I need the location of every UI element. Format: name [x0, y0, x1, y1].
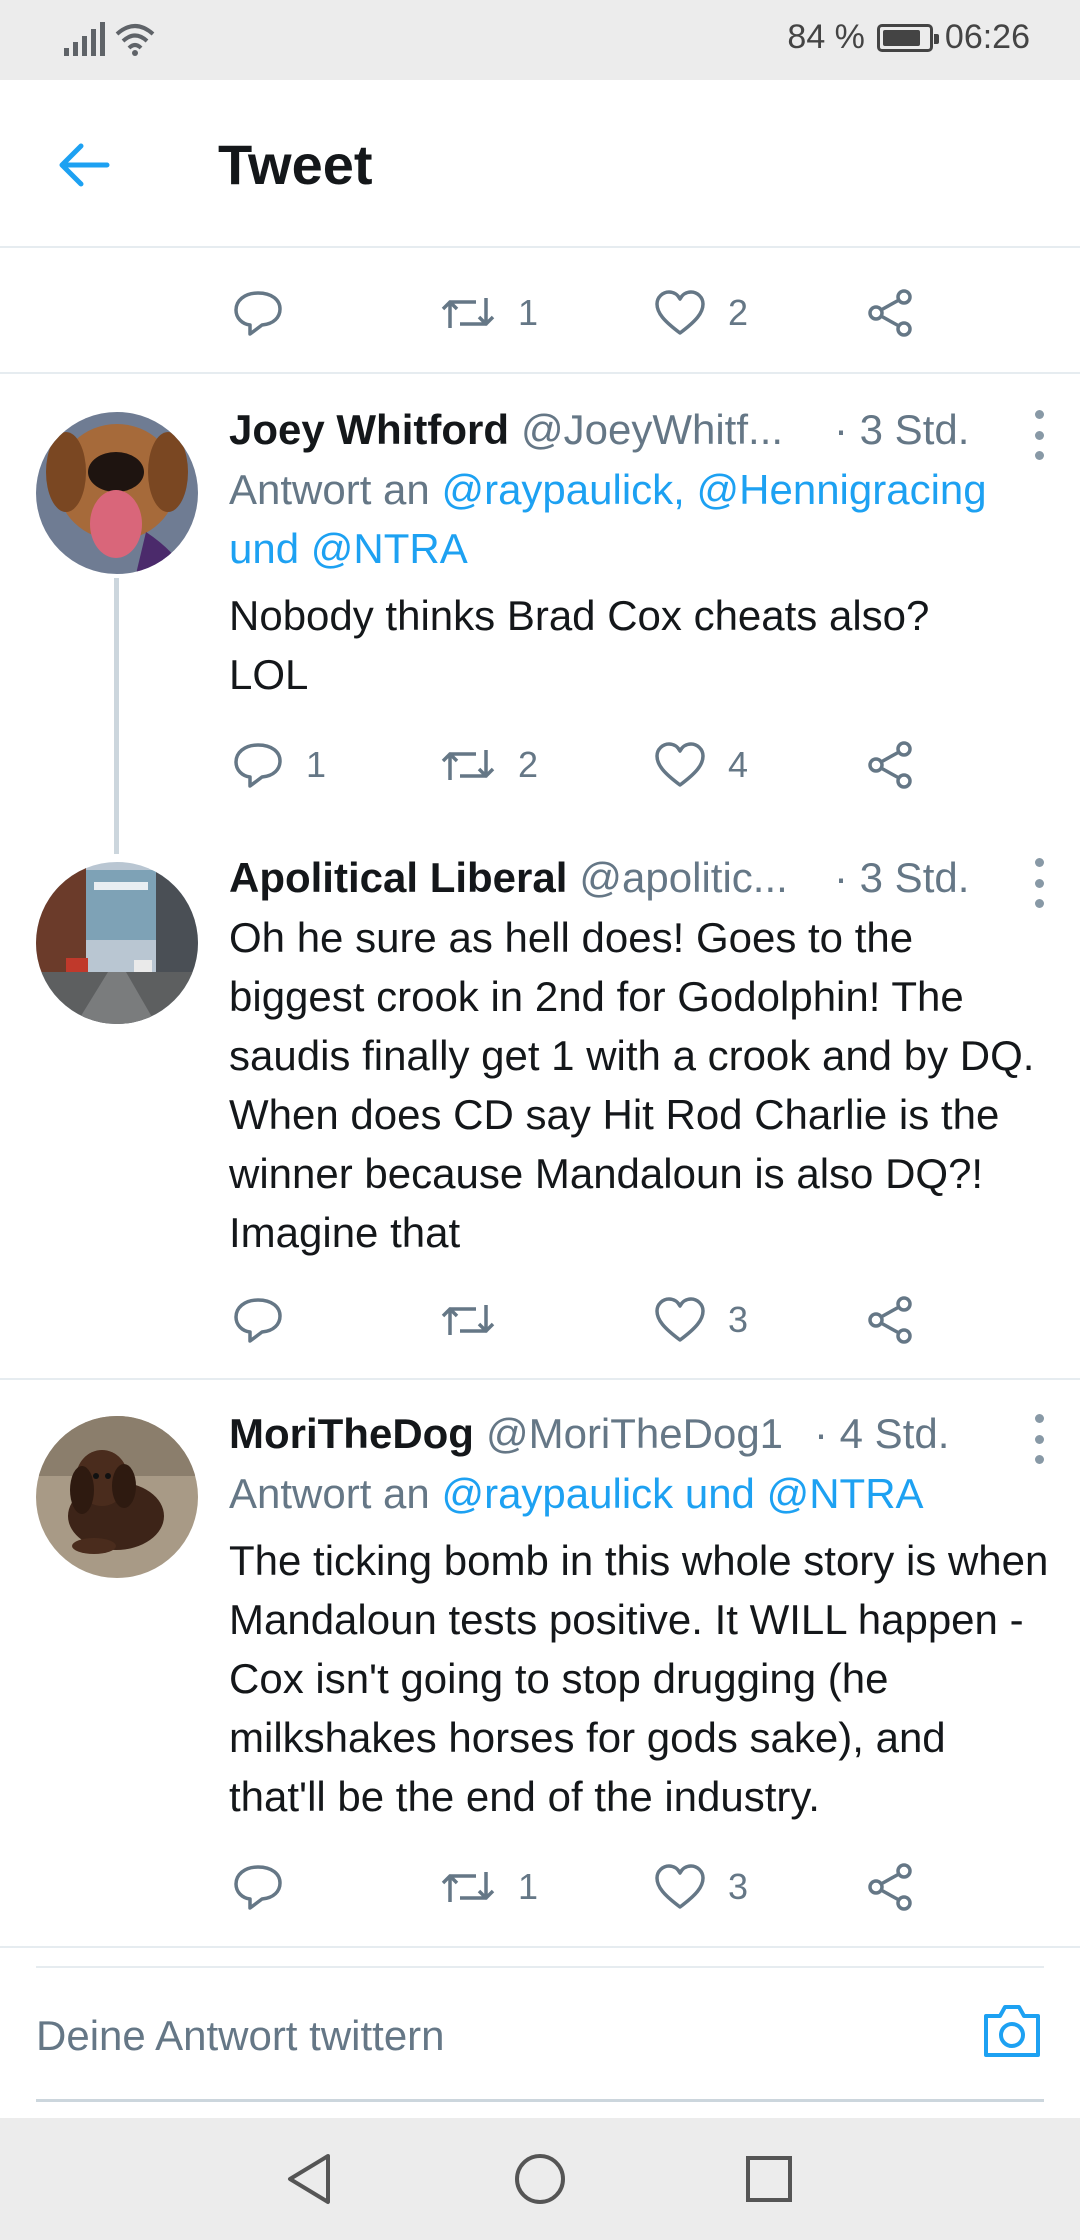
like-button[interactable]: 3 [654, 1285, 748, 1355]
battery-percent: 84 % [787, 18, 865, 56]
retweet-icon [441, 1872, 495, 1902]
circle-home-icon [515, 2154, 565, 2204]
share-icon [868, 1296, 912, 1344]
reply-icon [234, 1298, 282, 1343]
like-button[interactable]: 2 [654, 278, 748, 348]
like-count: 4 [728, 744, 749, 785]
reply-button[interactable] [232, 278, 284, 348]
square-recents-icon [746, 2156, 792, 2202]
avatar[interactable] [36, 862, 198, 1024]
system-nav-bar [0, 2118, 1080, 2240]
reply-prefix: Antwort an [229, 1470, 430, 1517]
more-menu-button[interactable] [1032, 410, 1046, 460]
reply-button[interactable] [232, 1852, 306, 1922]
divider [0, 372, 1080, 374]
camera-button[interactable] [980, 2002, 1044, 2065]
retweet-button[interactable]: 1 [440, 278, 538, 348]
reply-prefix: Antwort an [229, 466, 430, 513]
retweet-button[interactable]: 2 [440, 730, 538, 800]
like-icon [655, 742, 705, 787]
thread-connector [114, 578, 119, 854]
share-button[interactable] [866, 278, 916, 348]
divider [0, 1946, 1080, 1948]
reply-button[interactable]: 1 [232, 730, 326, 800]
like-count: 3 [728, 1866, 749, 1907]
retweet-icon [441, 1305, 495, 1335]
triangle-back-icon [288, 2154, 330, 2204]
like-count: 2 [728, 292, 749, 333]
wifi-icon [115, 24, 155, 56]
tweet-actions: 1 2 4 [0, 730, 1080, 800]
retweet-count: 2 [518, 744, 539, 785]
signal-icon [64, 22, 105, 56]
retweet-button[interactable]: 1 [440, 1852, 538, 1922]
author-name[interactable]: Apolitical Liberal [229, 854, 567, 902]
reply-button[interactable] [232, 1285, 306, 1355]
more-icon [1034, 858, 1044, 867]
back-button[interactable] [48, 130, 118, 200]
retweet-count: 1 [518, 1866, 539, 1907]
like-icon [655, 1864, 705, 1909]
tweet-time: · 3 Std. [834, 406, 970, 453]
author-handle[interactable]: @JoeyWhitf... [521, 406, 783, 454]
tweet-text: Oh he sure as hell does! Goes to the big… [229, 914, 1035, 1256]
reply-icon [234, 291, 282, 336]
like-button[interactable]: 3 [654, 1852, 748, 1922]
author-name[interactable]: MoriTheDog [229, 1410, 474, 1458]
nav-home-button[interactable] [509, 2148, 571, 2210]
more-icon [1034, 410, 1044, 419]
retweet-count: 1 [518, 292, 539, 333]
tweet-time: · 3 Std. [834, 854, 970, 901]
tweet-actions: 3 [0, 1285, 1080, 1355]
avatar[interactable] [36, 412, 198, 574]
reply-mentions[interactable]: @raypaulick und @NTRA [441, 1470, 923, 1517]
avatar[interactable] [36, 1416, 198, 1578]
retweet-icon [441, 298, 495, 328]
reply-icon [234, 743, 282, 788]
page-title: Tweet [218, 133, 373, 196]
author-handle[interactable]: @MoriTheDog1 [486, 1410, 783, 1458]
status-bar: 84 % 06:26 [0, 0, 1080, 80]
more-menu-button[interactable] [1032, 858, 1046, 908]
reply-compose-field[interactable]: Deine Antwort twittern [36, 1966, 1044, 2102]
parent-tweet-actions: 1 2 [0, 278, 1080, 348]
tweet-time: · 4 Std. [814, 1410, 950, 1457]
reply-icon [234, 1865, 282, 1910]
more-icon [1034, 1414, 1044, 1423]
camera-icon [984, 2005, 1040, 2057]
battery-icon [876, 23, 939, 52]
like-count: 3 [728, 1299, 749, 1340]
share-icon [868, 1863, 912, 1911]
tweet-text: Nobody thinks Brad Cox cheats also? LOL [229, 592, 930, 698]
share-button[interactable] [866, 1285, 916, 1355]
like-icon [655, 290, 705, 335]
share-icon [868, 741, 912, 789]
nav-recents-button[interactable] [738, 2148, 800, 2210]
share-icon [868, 289, 912, 337]
author-name[interactable]: Joey Whitford [229, 406, 509, 454]
reply-context: Antwort an @raypaulick, @Hennigracing un… [229, 460, 1039, 578]
share-button[interactable] [866, 1852, 916, 1922]
like-button[interactable]: 4 [654, 730, 748, 800]
share-button[interactable] [866, 730, 916, 800]
more-menu-button[interactable] [1032, 1414, 1046, 1464]
reply-count: 1 [306, 744, 327, 785]
retweet-icon [441, 750, 495, 780]
nav-back-button[interactable] [278, 2148, 340, 2210]
clock: 06:26 [944, 18, 1030, 56]
retweet-button[interactable] [440, 1285, 518, 1355]
tweet-text: The ticking bomb in this whole story is … [229, 1537, 1049, 1820]
like-icon [655, 1297, 705, 1342]
tweet-actions: 1 3 [0, 1852, 1080, 1922]
app-header: Tweet [0, 80, 1080, 248]
reply-context: Antwort an @raypaulick und @NTRA [229, 1464, 1049, 1523]
compose-placeholder: Deine Antwort twittern [36, 2012, 445, 2059]
author-handle[interactable]: @apolitic... [579, 854, 787, 902]
back-arrow-icon [59, 143, 110, 187]
divider [0, 1378, 1080, 1380]
